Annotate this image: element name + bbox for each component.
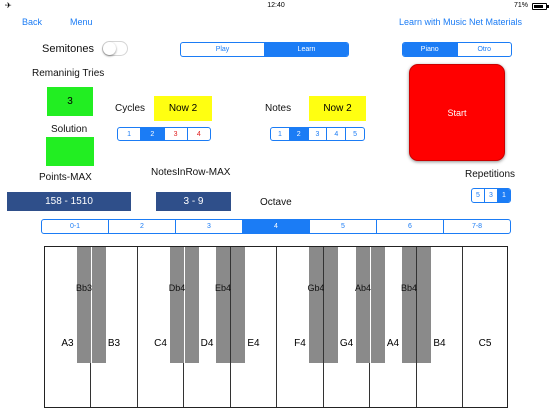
notes-value: Now 2 [309, 96, 366, 121]
octave-segment: 0-1 2 3 4 5 6 7-8 [41, 219, 511, 234]
instrument-piano-tab[interactable]: Piano [403, 43, 458, 56]
notes-in-row-max-label: NotesInRow-MAX [151, 167, 231, 178]
octave-option-4[interactable]: 4 [243, 220, 310, 233]
solution-label: Solution [51, 124, 88, 135]
battery-tip [547, 5, 549, 8]
black-key-gb4[interactable]: Gb4 [307, 247, 325, 363]
repetitions-option-1[interactable]: 1 [498, 189, 510, 202]
battery-icon [532, 3, 547, 10]
instrument-segment: Piano Otro [402, 42, 512, 57]
start-button[interactable]: Start [409, 64, 505, 161]
status-time: 12:40 [267, 2, 285, 9]
mode-segment: Play Learn [180, 42, 349, 57]
materials-link[interactable]: Learn with Music Net Materials [399, 17, 522, 27]
points-max-label: Points-MAX [39, 172, 92, 183]
cycles-option-1[interactable]: 1 [118, 128, 142, 140]
solution-box [46, 137, 94, 166]
black-key-db4[interactable]: Db4 [168, 247, 186, 363]
black-key-bb3-upper[interactable] [92, 247, 106, 363]
instrument-otro-tab[interactable]: Otro [458, 43, 512, 56]
back-button[interactable]: Back [22, 17, 42, 27]
octave-option-2[interactable]: 2 [109, 220, 176, 233]
black-key-bb3[interactable]: Bb3 [76, 247, 93, 363]
octave-option-7-8[interactable]: 7-8 [444, 220, 510, 233]
octave-option-0-1[interactable]: 0-1 [42, 220, 109, 233]
cycles-value: Now 2 [154, 96, 212, 121]
repetitions-label: Repetitions [465, 169, 516, 180]
cycles-option-4[interactable]: 4 [188, 128, 210, 140]
repetitions-segment: 5 3 1 [471, 188, 511, 203]
black-key-bb4-upper[interactable] [417, 247, 431, 363]
black-key-db4-upper[interactable] [185, 247, 199, 363]
remaining-tries-box: 3 [47, 87, 93, 116]
notes-segment: 1 2 3 4 5 [270, 127, 365, 141]
black-key-label: Db4 [168, 283, 186, 293]
octave-option-6[interactable]: 6 [377, 220, 444, 233]
cycles-option-2[interactable]: 2 [141, 128, 165, 140]
white-key-c5[interactable]: C5 [463, 247, 507, 407]
status-bar: ✈ 12:40 71% [0, 0, 552, 12]
octave-option-5[interactable]: 5 [310, 220, 377, 233]
toggle-knob [103, 42, 116, 55]
repetitions-option-3[interactable]: 3 [485, 189, 498, 202]
notes-in-row-max-value: 3 - 9 [156, 192, 231, 211]
notes-option-5[interactable]: 5 [346, 128, 364, 140]
black-key-ab4[interactable]: Ab4 [355, 247, 372, 363]
black-key-bb4[interactable]: Bb4 [401, 247, 418, 363]
mode-learn-tab[interactable]: Learn [265, 43, 348, 56]
black-key-label: Bb3 [76, 283, 93, 293]
black-key-gb4-upper[interactable] [324, 247, 338, 363]
semitones-toggle[interactable] [102, 41, 128, 56]
black-key-eb4-upper[interactable] [231, 247, 245, 363]
piano-keyboard: A3 B3 C4 D4 E4 F4 G4 A4 B4 C5 Bb3 Db4 Eb… [44, 246, 508, 408]
notes-option-2[interactable]: 2 [289, 128, 309, 140]
cycles-segment: 1 2 3 4 [117, 127, 211, 141]
black-key-label: Eb4 [215, 283, 232, 293]
black-key-label: Ab4 [355, 283, 372, 293]
black-key-ab4-upper[interactable] [371, 247, 385, 363]
black-key-label: Gb4 [307, 283, 325, 293]
octave-option-3[interactable]: 3 [176, 220, 243, 233]
notes-option-1[interactable]: 1 [271, 128, 290, 140]
semitones-label: Semitones [42, 43, 94, 55]
black-key-eb4[interactable]: Eb4 [215, 247, 232, 363]
menu-button[interactable]: Menu [70, 17, 93, 27]
octave-label: Octave [260, 197, 292, 208]
notes-option-4[interactable]: 4 [327, 128, 347, 140]
notes-label: Notes [265, 103, 292, 114]
notes-option-3[interactable]: 3 [309, 128, 328, 140]
repetitions-option-5[interactable]: 5 [472, 189, 485, 202]
battery-percent: 71% [513, 2, 528, 9]
cycles-label: Cycles [115, 103, 146, 114]
points-max-value: 158 - 1510 [7, 192, 131, 211]
black-key-label: Bb4 [401, 283, 418, 293]
remaining-tries-label: Remaninig Tries [32, 68, 105, 79]
cycles-option-3[interactable]: 3 [165, 128, 188, 140]
mode-play-tab[interactable]: Play [181, 43, 265, 56]
